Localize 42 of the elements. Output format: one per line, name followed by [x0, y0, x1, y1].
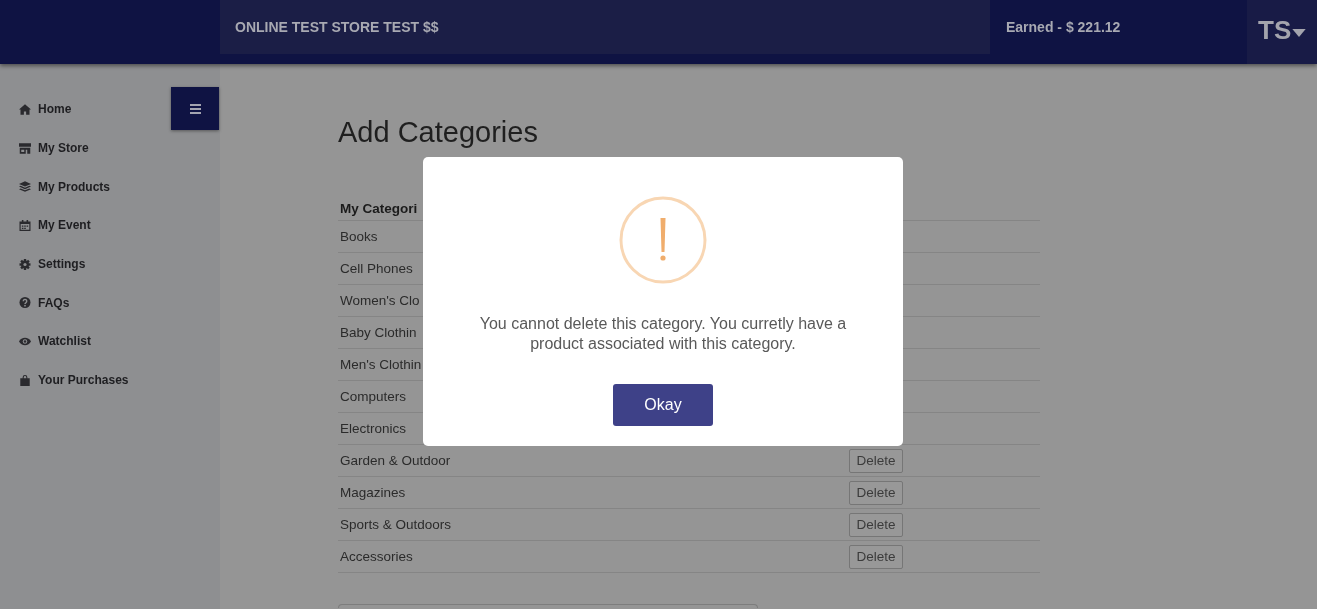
delete-button[interactable]: Delete [849, 448, 903, 473]
store-name: ONLINE TEST STORE TEST $$ [235, 19, 439, 35]
nav-item[interactable]: Watchlist [19, 322, 95, 361]
nav-item[interactable]: FAQs [19, 283, 74, 323]
nav-item[interactable]: Settings [19, 244, 90, 284]
category-name: Garden & Outdoor [340, 453, 451, 468]
category-name: Magazines [340, 485, 406, 500]
warning-icon [619, 196, 707, 284]
question-icon [19, 297, 31, 309]
category-name: Men's Clothin [340, 357, 422, 372]
category-name: Books [340, 229, 378, 244]
category-name: Sports & Outdoors [340, 517, 452, 532]
column-header: My Categori [340, 201, 418, 216]
shopping-bag-icon [19, 374, 31, 386]
category-name: Electronics [340, 421, 407, 436]
category-name: Accessories [340, 549, 413, 564]
okay-button[interactable]: Okay [613, 384, 713, 426]
nav-item[interactable]: My Products [19, 167, 114, 207]
nav-item[interactable]: Your Purchases [19, 360, 133, 400]
nav-item[interactable]: My Event [19, 206, 95, 245]
delete-button[interactable]: Delete [849, 512, 903, 537]
calendar-icon [19, 219, 31, 231]
nav-item[interactable]: Home [19, 90, 76, 129]
earnings-text: Earned - $ 221.12 [1006, 19, 1121, 35]
menu-button[interactable] [171, 87, 219, 130]
user-menu-button[interactable]: TS [1247, 0, 1317, 64]
category-name: Baby Clothin [340, 325, 417, 340]
layers-icon [19, 181, 31, 193]
category-name: Cell Phones [340, 261, 413, 276]
gear-icon [19, 258, 31, 270]
menu-icon [189, 103, 201, 114]
category-name: Computers [340, 389, 407, 404]
eye-icon [19, 335, 31, 347]
delete-button[interactable]: Delete [849, 480, 903, 505]
delete-button[interactable]: Delete [849, 544, 903, 569]
alert-message: You cannot delete this category. You curretly have a product associated with this category. [478, 314, 848, 354]
nav-item[interactable]: My Store [19, 128, 93, 168]
category-name: Women's Clo [340, 293, 420, 308]
storefront-icon [19, 142, 31, 154]
caret-icon [1292, 29, 1307, 37]
page-title: Add Categories [338, 115, 538, 150]
home-icon [19, 103, 31, 115]
